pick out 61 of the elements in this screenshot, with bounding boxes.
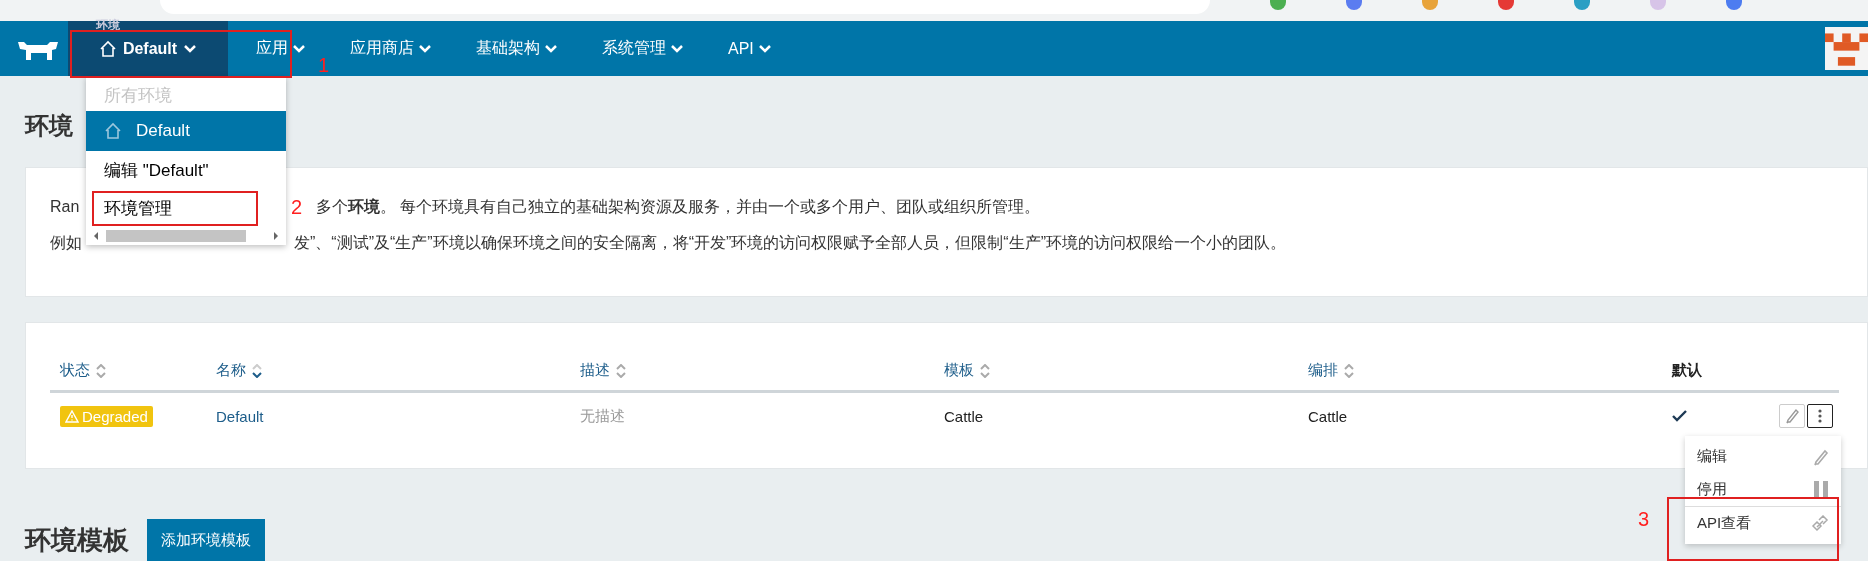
environment-option[interactable]: Default [86, 111, 286, 151]
table-cell-text: Cattle [1307, 407, 1349, 425]
sort-icon [96, 363, 106, 378]
home-icon [104, 122, 122, 140]
pencil-icon [1785, 408, 1799, 424]
avatar-icon[interactable] [1825, 27, 1868, 70]
menu-item[interactable]: 停用 [1685, 473, 1841, 506]
nav-menu-item[interactable]: 应用商店 [334, 21, 448, 76]
caret-icon [670, 43, 684, 54]
annotation-number: 1 [318, 54, 330, 76]
menu-item[interactable]: 编辑 [1685, 440, 1841, 473]
intro-text: 多个环境。 每个环境具有自己独立的基础架构资源及服务，并由一个或多个用户、团队或组织所管理。 [316, 196, 1041, 217]
intro-text: Ran [50, 198, 80, 215]
nav-menu-item[interactable]: 基础架构 [460, 21, 574, 76]
sort-icon [1344, 363, 1354, 378]
add-template-button[interactable]: 添加环境模板 [147, 519, 265, 561]
dropdown-option[interactable]: 编辑 "Default" [92, 152, 217, 188]
section-title: 环境模板 [25, 524, 129, 557]
annotation-number: 3 [1638, 508, 1650, 530]
column-header[interactable]: 编排 [1298, 361, 1662, 380]
horizontal-scrollbar[interactable] [86, 227, 286, 245]
column-header[interactable]: 描述 [570, 361, 934, 380]
nav-menu-item[interactable]: 系统管理 [586, 21, 700, 76]
column-header[interactable]: 状态 [50, 361, 206, 380]
more-button[interactable] [1807, 404, 1833, 428]
caret-icon [292, 43, 306, 54]
page-title: 环境 [25, 112, 73, 140]
browser-extension-icon[interactable] [1422, 0, 1438, 10]
kebab-icon [1818, 409, 1822, 423]
caret-icon [757, 43, 772, 54]
browser-extension-icon[interactable] [1346, 0, 1362, 10]
pencil-icon [1813, 447, 1829, 466]
warning-icon [65, 409, 79, 423]
menu-item[interactable]: API查看 [1685, 507, 1841, 540]
dropdown-option[interactable]: 环境管理 [92, 190, 258, 226]
table-cell-text: Cattle [943, 407, 985, 425]
home-icon [98, 39, 117, 58]
environment-name: Default [122, 39, 178, 58]
intro-text: 发”、“测试”及“生产”环境以确保环境之间的安全隔离，将“开发”环境的访问权限赋予全部人员，但限制“生产”环境的访问权限给一个小的团队。 [294, 232, 1286, 253]
browser-extension-icon[interactable] [1726, 0, 1742, 10]
browser-extension-icon[interactable] [1270, 0, 1286, 10]
dropdown-header: 所有环境 [103, 85, 173, 107]
sort-icon [980, 363, 990, 378]
column-header: 默认 [1670, 361, 1703, 380]
nav-menu-item[interactable]: API [712, 21, 788, 76]
annotation-number: 2 [291, 196, 303, 218]
pause-icon [1813, 480, 1829, 499]
browser-extension-icon[interactable] [1498, 0, 1514, 10]
table-cell[interactable]: Default [206, 407, 570, 425]
link-icon [1811, 514, 1829, 533]
sort-icon [252, 363, 262, 378]
column-header[interactable]: 名称 [206, 361, 570, 380]
column-header[interactable]: 模板 [934, 361, 1298, 380]
sort-icon [616, 363, 626, 378]
status-badge: Degraded [60, 405, 153, 427]
caret-icon [183, 43, 198, 54]
caret-icon [544, 43, 558, 54]
caret-icon [418, 43, 432, 54]
table-cell-text: 无描述 [579, 406, 626, 426]
intro-text: 例如 [50, 233, 82, 251]
browser-extension-icon[interactable] [1574, 0, 1590, 10]
